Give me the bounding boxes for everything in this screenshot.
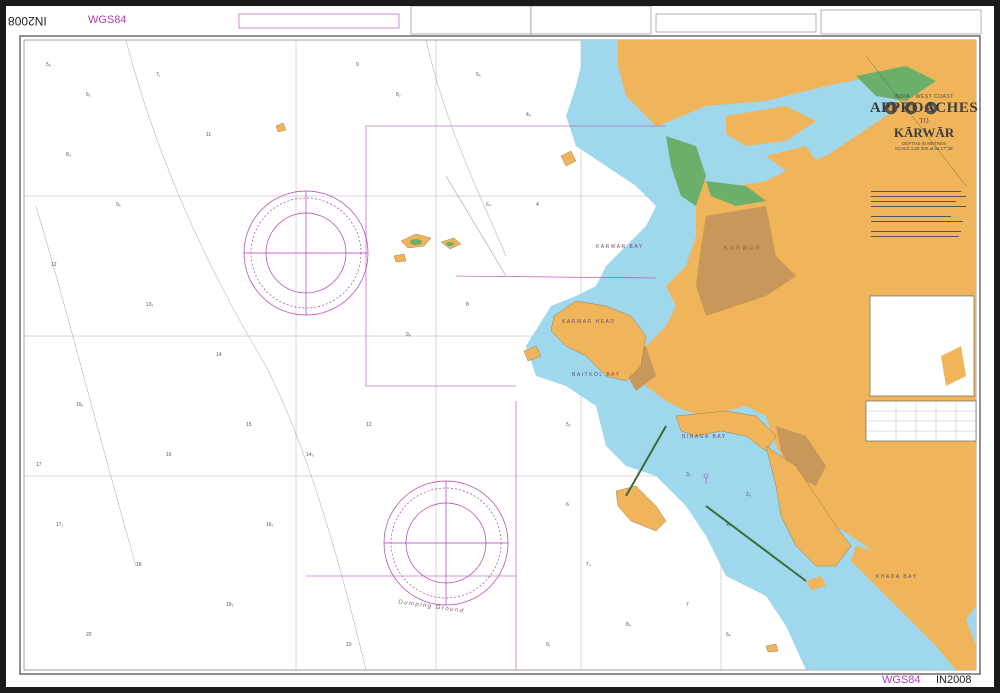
svg-text:17₁: 17₁ [56,522,64,528]
svg-text:8₂: 8₂ [396,92,401,98]
label-karwar-head: KARWAR HEAD [562,319,616,325]
title-connector: TO [919,117,929,125]
svg-text:5₆: 5₆ [476,72,481,78]
datum-label-top: WGS84 [88,14,127,26]
title-place: KĀRWĀR [893,125,955,140]
svg-text:8₄: 8₄ [66,152,71,158]
label-khada-bay: KHADA BAY [876,574,918,580]
title-block: INDIA · WEST COAST APPROACHES TO KĀRWĀR … [864,94,984,151]
svg-text:3₂: 3₂ [686,472,691,478]
svg-text:9₈: 9₈ [406,332,411,338]
svg-text:15: 15 [246,422,252,428]
svg-text:8: 8 [466,302,469,308]
svg-text:9: 9 [356,62,359,68]
svg-text:19₃: 19₃ [226,602,234,608]
inset-map [869,295,975,397]
svg-text:4: 4 [536,202,539,208]
chart-number-bottomright: IN2008 [936,674,972,686]
svg-text:8₈: 8₈ [626,622,631,628]
label-karwar-bay: KARWAR BAY [596,244,644,250]
svg-text:5₈: 5₈ [46,62,51,68]
chart-sheet: 5₈ 6₂ 7₁ 8₄ 9₆ 11 12 13₂ 14 15₆ 16 15 17₁ 18 19₃ 2… [6,6,994,687]
svg-text:6₅: 6₅ [726,632,731,638]
svg-text:6₄: 6₄ [486,202,491,208]
svg-text:7₄: 7₄ [586,562,591,568]
svg-text:14: 14 [216,352,222,358]
svg-text:9₆: 9₆ [116,202,121,208]
nautical-chart: 5₈ 6₂ 7₁ 8₄ 9₆ 11 12 13₂ 14 15₆ 16 15 17₁ 18 19₃ 2… [19,6,982,675]
svg-text:2₈: 2₈ [746,492,751,498]
svg-text:7₁: 7₁ [156,72,161,78]
svg-text:20: 20 [86,632,92,638]
title-main: APPROACHES [869,100,979,116]
datum-label-bottom: WGS84 [882,674,921,686]
svg-text:16₂: 16₂ [266,522,274,528]
caution-box [238,13,400,29]
svg-text:11: 11 [206,132,211,138]
svg-text:12: 12 [366,422,372,428]
svg-text:9₁: 9₁ [546,642,551,648]
warning-box [820,9,982,35]
source-box [410,6,532,35]
corrections-box [530,6,652,35]
label-baitkol-bay: BAITKOL BAY [572,372,621,378]
svg-text:13₂: 13₂ [146,302,154,308]
svg-text:14₅: 14₅ [306,452,314,458]
title-scale: SCALE 1:25 000 at lat 17°30' [894,146,954,151]
svg-text:7: 7 [686,602,689,608]
chart-number-topleft: IN2008 [8,14,47,28]
svg-text:18: 18 [136,562,142,568]
label-binaga-bay: BINAGA BAY [682,434,727,440]
svg-text:13: 13 [346,642,352,648]
svg-text:16: 16 [166,452,172,458]
note-box [655,13,817,33]
svg-text:4₁: 4₁ [726,522,731,528]
label-karwar-town: KARWAR [724,246,763,252]
svg-text:5₂: 5₂ [566,422,571,428]
svg-text:6₂: 6₂ [86,92,91,98]
svg-text:6: 6 [566,502,569,508]
svg-text:15₆: 15₆ [76,402,84,408]
svg-text:17: 17 [36,462,42,468]
svg-text:12: 12 [51,262,57,268]
svg-text:4₈: 4₈ [526,112,531,118]
